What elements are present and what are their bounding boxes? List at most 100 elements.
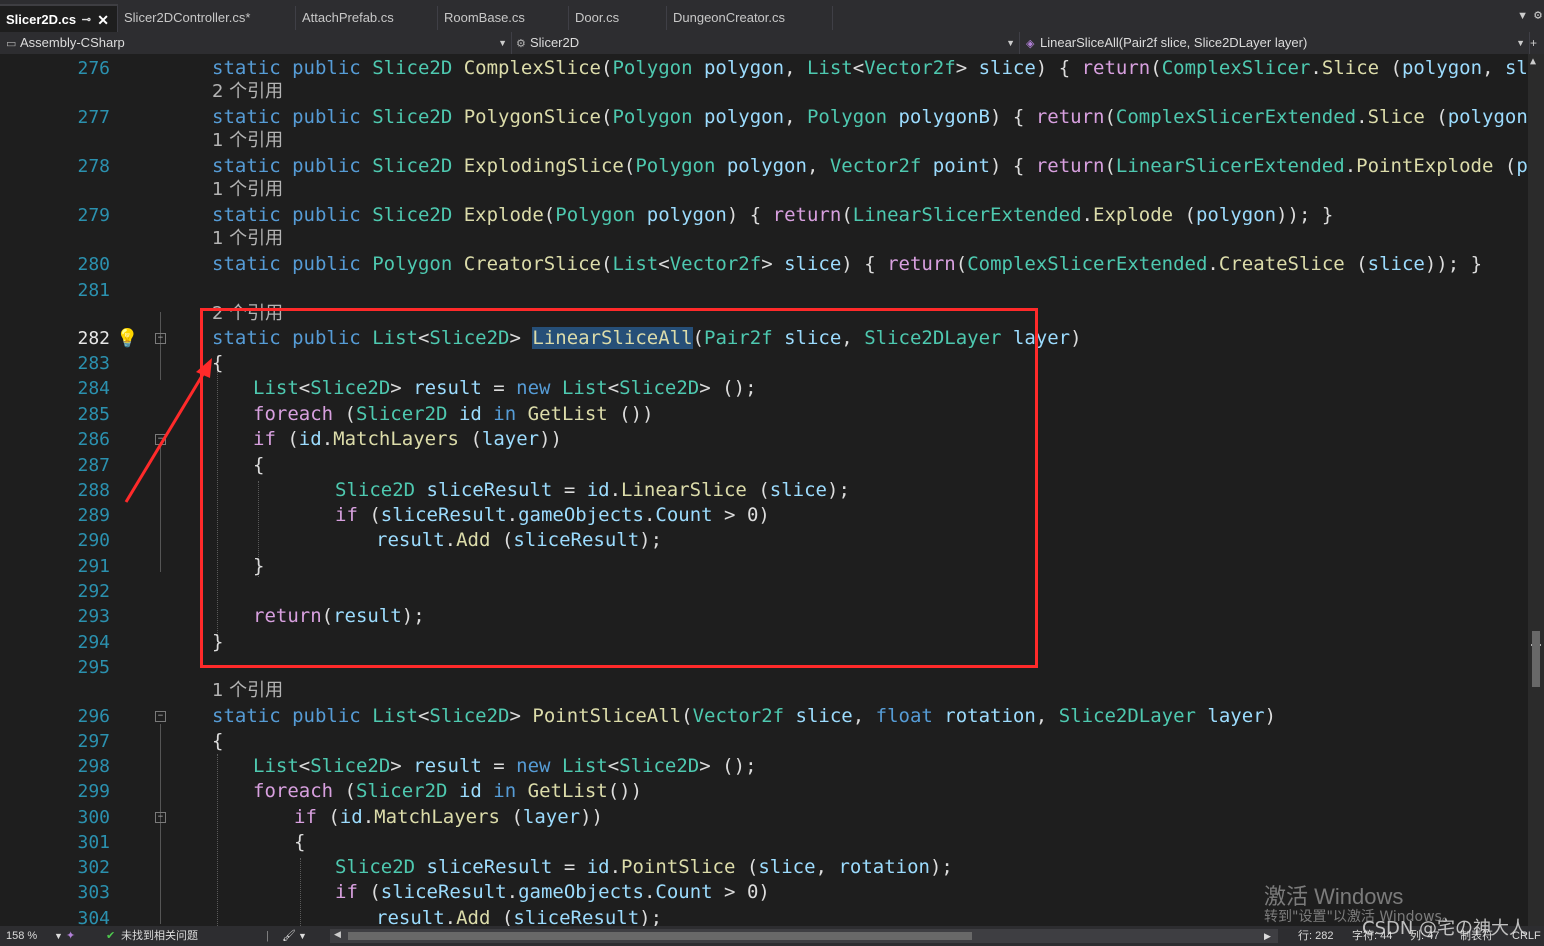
member-dropdown[interactable]: ◈ LinearSliceAll(Pair2f slice, Slice2DLay… xyxy=(1020,32,1530,54)
chevron-down-icon[interactable]: ▼ xyxy=(298,926,307,946)
code-line-298: 298 List<Slice2D> result = new List<Slic… xyxy=(0,754,1528,779)
code-text: static public List<Slice2D> LinearSliceA… xyxy=(212,327,1082,349)
line-number: 279 xyxy=(77,205,110,226)
scrollbar-thumb[interactable] xyxy=(1532,631,1540,687)
line-number: 287 xyxy=(77,455,110,476)
vertical-scrollbar[interactable]: ▲ xyxy=(1528,54,1544,926)
code-line-292: 292 xyxy=(0,579,1528,604)
line-number: 283 xyxy=(77,353,110,374)
scroll-right-icon[interactable]: ▶ xyxy=(1264,926,1271,946)
issues-status[interactable]: 未找到相关问题 xyxy=(121,926,198,946)
line-number: 298 xyxy=(77,756,110,777)
member-label: LinearSliceAll(Pair2f slice, Slice2DLaye… xyxy=(1040,35,1308,50)
collapse-icon[interactable]: − xyxy=(155,711,166,722)
tab-slicer2d-cs[interactable]: Slicer2D.cs ⊸ ✕ xyxy=(0,4,118,32)
codelens-references[interactable]: 2 个引用 xyxy=(212,79,283,104)
line-number: 294 xyxy=(77,632,110,653)
code-line-276: 276 static public Slice2D ComplexSlice(P… xyxy=(0,56,1528,81)
codelens-row: 1 个引用 xyxy=(0,226,1528,251)
line-number: 301 xyxy=(77,832,110,853)
codelens-references[interactable]: 1 个引用 xyxy=(212,177,283,202)
codelens-references[interactable]: 1 个引用 xyxy=(212,226,283,251)
code-line-278: 278 static public Slice2D ExplodingSlice… xyxy=(0,154,1528,179)
codelens-row: 1 个引用 xyxy=(0,678,1528,703)
project-icon: ▭ xyxy=(6,38,17,50)
line-number: 281 xyxy=(77,280,110,301)
line-number: 286 xyxy=(77,429,110,450)
selected-method-name[interactable]: LinearSliceAll xyxy=(532,327,693,349)
pin-icon[interactable]: ⊸ xyxy=(82,6,91,34)
line-number: 297 xyxy=(77,731,110,752)
code-text: static public Slice2D ExplodingSlice(Pol… xyxy=(212,155,1528,177)
tab-label: DungeonCreator.cs xyxy=(673,10,786,25)
codelens-references[interactable]: 2 个引用 xyxy=(212,301,283,326)
tab-label: Door.cs xyxy=(575,10,620,25)
type-label: Slicer2D xyxy=(530,35,580,50)
code-line-285: 285 foreach (Slicer2D id in GetList ()) xyxy=(0,402,1528,427)
scroll-up-icon[interactable]: ▲ xyxy=(1530,56,1536,67)
chevron-down-icon: ▼ xyxy=(498,38,507,48)
split-view-button[interactable]: + xyxy=(1530,32,1544,54)
codelens-references[interactable]: 1 个引用 xyxy=(212,678,283,703)
type-dropdown[interactable]: ⚙ Slicer2D ▼ xyxy=(512,32,1020,54)
line-number: 276 xyxy=(77,58,110,79)
tab-label: Slicer2D.cs xyxy=(6,12,77,27)
code-text: static public Slice2D Explode(Polygon po… xyxy=(212,204,1334,226)
collapse-icon[interactable]: − xyxy=(155,812,166,823)
dropdown-icon[interactable]: ▼ xyxy=(1517,10,1528,22)
codelens-references[interactable]: 1 个引用 xyxy=(212,128,283,153)
collapse-icon[interactable]: − xyxy=(155,434,166,445)
line-indicator[interactable]: 行: 282 xyxy=(1298,926,1333,946)
code-text: static public Slice2D PolygonSlice(Polyg… xyxy=(212,106,1528,128)
tab-roombase-cs[interactable]: RoomBase.cs xyxy=(438,6,569,30)
csdn-watermark: CSDN @宅の神大人 xyxy=(1362,918,1528,939)
lightbulb-icon[interactable]: 💡 xyxy=(116,328,138,349)
chevron-down-icon: ▼ xyxy=(1516,38,1525,48)
zoom-level[interactable]: 158 % xyxy=(6,926,37,946)
code-text: } xyxy=(212,631,224,653)
code-line-288: 288 Slice2D sliceResult = id.LinearSlice… xyxy=(0,478,1528,503)
line-number: 304 xyxy=(77,908,110,926)
tab-slicer2dcontroller-cs[interactable]: Slicer2DController.cs* xyxy=(118,6,296,30)
code-text: result.Add (sliceResult); xyxy=(376,907,663,926)
tab-door-cs[interactable]: Door.cs xyxy=(569,6,667,30)
line-number: 302 xyxy=(77,857,110,878)
collapse-icon[interactable]: − xyxy=(155,333,166,344)
code-line-302: 302 Slice2D sliceResult = id.PointSlice … xyxy=(0,855,1528,880)
line-number: 296 xyxy=(77,706,110,727)
code-text: static public Slice2D ComplexSlice(Polyg… xyxy=(212,57,1528,79)
code-text: } xyxy=(253,555,265,577)
code-line-283: 283 { xyxy=(0,351,1528,376)
code-text: { xyxy=(212,352,224,374)
close-icon[interactable]: ✕ xyxy=(97,6,109,34)
scrollbar-thumb[interactable] xyxy=(348,932,972,940)
project-dropdown[interactable]: ▭ Assembly-CSharp ▼ xyxy=(0,32,512,54)
project-label: Assembly-CSharp xyxy=(20,35,125,50)
line-number: 288 xyxy=(77,480,110,501)
code-line-289: 289 if (sliceResult.gameObjects.Count > … xyxy=(0,503,1528,528)
brush-icon[interactable]: 🖌 xyxy=(282,926,296,946)
code-line-296: 296 − static public List<Slice2D> PointS… xyxy=(0,704,1528,729)
line-number: 280 xyxy=(77,254,110,275)
code-line-299: 299 foreach (Slicer2D id in GetList()) xyxy=(0,779,1528,804)
code-text: if (id.MatchLayers (layer)) xyxy=(294,806,603,828)
code-line-277: 277 static public Slice2D PolygonSlice(P… xyxy=(0,105,1528,130)
tab-dungeoncreator-cs[interactable]: DungeonCreator.cs xyxy=(667,6,833,30)
code-text: { xyxy=(212,730,224,752)
code-line-281: 281 xyxy=(0,278,1528,303)
gear-icon[interactable]: ⚙ xyxy=(1534,8,1542,23)
code-line-297: 297 { xyxy=(0,729,1528,754)
chevron-down-icon: ▼ xyxy=(1006,38,1015,48)
horizontal-scrollbar[interactable]: ◀ xyxy=(330,929,1278,943)
code-editor[interactable]: 276 static public Slice2D ComplexSlice(P… xyxy=(0,54,1528,926)
copilot-icon[interactable]: ✦ xyxy=(66,926,75,946)
tab-attachprefab-cs[interactable]: AttachPrefab.cs xyxy=(296,6,438,30)
scroll-left-icon[interactable]: ◀ xyxy=(334,929,341,940)
plus-icon: + xyxy=(1530,36,1538,50)
code-text: if (id.MatchLayers (layer)) xyxy=(253,428,562,450)
line-number: 292 xyxy=(77,581,110,602)
chevron-down-icon[interactable]: ▼ xyxy=(54,926,63,946)
navigation-bar: ▭ Assembly-CSharp ▼ ⚙ Slicer2D ▼ ◈ LinearSl… xyxy=(0,32,1544,55)
codelens-row: 1 个引用 xyxy=(0,177,1528,202)
line-number: 295 xyxy=(77,657,110,678)
